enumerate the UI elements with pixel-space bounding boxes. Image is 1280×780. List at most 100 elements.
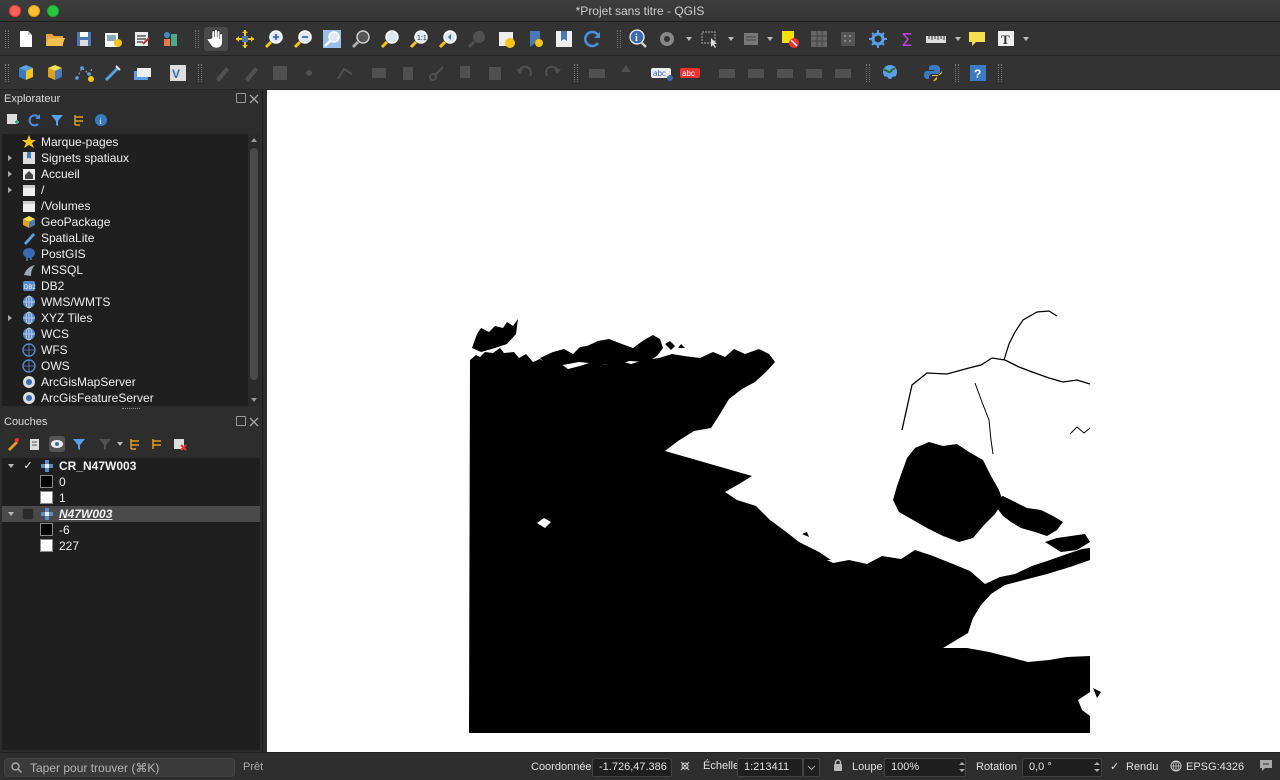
- toolbar-grip[interactable]: [5, 30, 9, 48]
- toolbar-grip[interactable]: [955, 64, 959, 82]
- toolbar-grip[interactable]: [195, 30, 199, 48]
- browser-item-mssql[interactable]: MSSQL: [2, 262, 248, 278]
- collapse-arrow-icon[interactable]: [8, 464, 14, 468]
- undo-icon[interactable]: [512, 61, 536, 85]
- toolbar-grip[interactable]: [866, 64, 870, 82]
- cut-features-icon[interactable]: [425, 61, 449, 85]
- statistics-sigma-icon[interactable]: Σ: [895, 27, 919, 51]
- browser-item-wms[interactable]: WMS/WMTS: [2, 294, 248, 310]
- remove-layer-icon[interactable]: [172, 436, 188, 452]
- delete-selected-icon[interactable]: [396, 61, 420, 85]
- filter-icon[interactable]: [49, 112, 65, 128]
- refresh-icon[interactable]: [581, 27, 605, 51]
- browser-item-ows[interactable]: OWS: [2, 358, 248, 374]
- scale-dropdown-button[interactable]: [803, 758, 820, 777]
- attribute-table-icon[interactable]: [807, 27, 831, 51]
- info-icon[interactable]: i: [93, 112, 109, 128]
- undock-panel-icon[interactable]: [236, 416, 246, 426]
- save-project-icon[interactable]: [72, 27, 96, 51]
- toggle-editing-icon[interactable]: [239, 61, 263, 85]
- pan-map-icon[interactable]: [204, 27, 228, 51]
- zoom-to-selection-icon[interactable]: [349, 27, 373, 51]
- field-calculator-icon[interactable]: [836, 27, 860, 51]
- rotate-label-icon[interactable]: [773, 61, 797, 85]
- close-panel-icon[interactable]: [249, 416, 259, 427]
- open-project-icon[interactable]: [43, 27, 67, 51]
- scrollbar-thumb[interactable]: [250, 148, 258, 380]
- browser-item-geopackage[interactable]: GeoPackage: [2, 214, 248, 230]
- modify-attributes-icon[interactable]: [367, 61, 391, 85]
- layer-row-cr-n47w003[interactable]: ✓ CR_N47W003: [2, 458, 260, 474]
- measure-line-icon[interactable]: [924, 27, 948, 51]
- deselect-all-icon[interactable]: [778, 27, 802, 51]
- move-label-icon[interactable]: [744, 61, 768, 85]
- crs-globe-icon[interactable]: [1170, 760, 1182, 775]
- layer-diagram-options-icon[interactable]: abc: [679, 61, 703, 85]
- text-annotation-icon[interactable]: T: [994, 27, 1018, 51]
- layout-manager-icon[interactable]: [130, 27, 154, 51]
- rotation-field[interactable]: 0,0 °: [1022, 758, 1102, 777]
- browser-item-arcgis-featureserver[interactable]: ArcGisFeatureServer: [2, 390, 248, 406]
- redo-icon[interactable]: [541, 61, 565, 85]
- scale-combobox[interactable]: 1:213411: [737, 758, 803, 777]
- map-canvas[interactable]: [267, 90, 1280, 752]
- undock-panel-icon[interactable]: [236, 93, 246, 103]
- data-source-manager-icon[interactable]: [14, 61, 38, 85]
- browser-item-arcgis-mapserver[interactable]: ArcGisMapServer: [2, 374, 248, 390]
- run-feature-action-icon[interactable]: [655, 27, 679, 51]
- select-features-icon[interactable]: [698, 27, 722, 51]
- vertex-tool-icon[interactable]: [333, 61, 357, 85]
- chevron-down-icon[interactable]: [117, 442, 123, 446]
- toolbar-grip[interactable]: [574, 64, 578, 82]
- toolbar-grip[interactable]: [5, 64, 9, 82]
- layer-row-n47w003[interactable]: N47W003: [2, 506, 260, 522]
- zoom-out-icon[interactable]: [291, 27, 315, 51]
- expand-arrow-icon[interactable]: [8, 315, 12, 321]
- save-layer-edits-icon[interactable]: [268, 61, 292, 85]
- browser-scrollbar[interactable]: [248, 134, 260, 406]
- browser-item-root[interactable]: /: [2, 182, 248, 198]
- add-selected-layers-icon[interactable]: [5, 112, 21, 128]
- new-temporary-layer-icon[interactable]: [101, 61, 125, 85]
- expand-arrow-icon[interactable]: [8, 171, 12, 177]
- browser-item-volumes[interactable]: /Volumes: [2, 198, 248, 214]
- add-point-feature-icon[interactable]: [297, 61, 321, 85]
- rotation-spinner[interactable]: [1093, 758, 1102, 777]
- new-virtual-layer-icon[interactable]: V: [166, 61, 190, 85]
- render-checkbox[interactable]: ✓: [1110, 760, 1119, 773]
- add-group-icon[interactable]: [27, 436, 43, 452]
- show-bookmarks-icon[interactable]: [552, 27, 576, 51]
- collapse-all-icon[interactable]: [71, 112, 87, 128]
- highlight-pinned-labels-icon[interactable]: [715, 61, 739, 85]
- pan-to-selection-icon[interactable]: [233, 27, 257, 51]
- toolbar-grip[interactable]: [617, 30, 621, 48]
- new-print-layout-icon[interactable]: [101, 27, 125, 51]
- collapse-arrow-icon[interactable]: [8, 512, 14, 516]
- magnifier-spinner[interactable]: [958, 758, 967, 777]
- toggle-extents-icon[interactable]: [678, 759, 692, 776]
- collapse-all-icon[interactable]: [149, 436, 165, 452]
- copy-features-icon[interactable]: [454, 61, 478, 85]
- browser-item-wcs[interactable]: WCS: [2, 326, 248, 342]
- add-geopackage-layer-icon[interactable]: [43, 61, 67, 85]
- new-map-view-icon[interactable]: [494, 27, 518, 51]
- paste-features-icon[interactable]: [483, 61, 507, 85]
- help-icon[interactable]: ?: [966, 61, 990, 85]
- change-label-icon[interactable]: [802, 61, 826, 85]
- chevron-down-icon[interactable]: [686, 37, 692, 41]
- pin-labels-icon[interactable]: [614, 61, 638, 85]
- zoom-last-icon[interactable]: [436, 27, 460, 51]
- style-layer-icon[interactable]: [5, 436, 21, 452]
- scroll-up-icon[interactable]: [251, 138, 257, 142]
- current-edits-icon[interactable]: [210, 61, 234, 85]
- chevron-down-icon[interactable]: [1023, 37, 1029, 41]
- map-tips-icon[interactable]: [965, 27, 989, 51]
- toolbox-gear-icon[interactable]: [866, 27, 890, 51]
- new-spatialite-layer-icon[interactable]: [130, 61, 154, 85]
- browser-item-postgis[interactable]: PostGIS: [2, 246, 248, 262]
- browser-item-db2[interactable]: DB2 DB2: [2, 278, 248, 294]
- label-toolbar-icon[interactable]: [585, 61, 609, 85]
- locator-search-input[interactable]: Taper pour trouver (⌘K): [4, 758, 235, 777]
- browser-item-spatialite[interactable]: SpatiaLite: [2, 230, 248, 246]
- layer-labeling-options-icon[interactable]: abc: [650, 61, 674, 85]
